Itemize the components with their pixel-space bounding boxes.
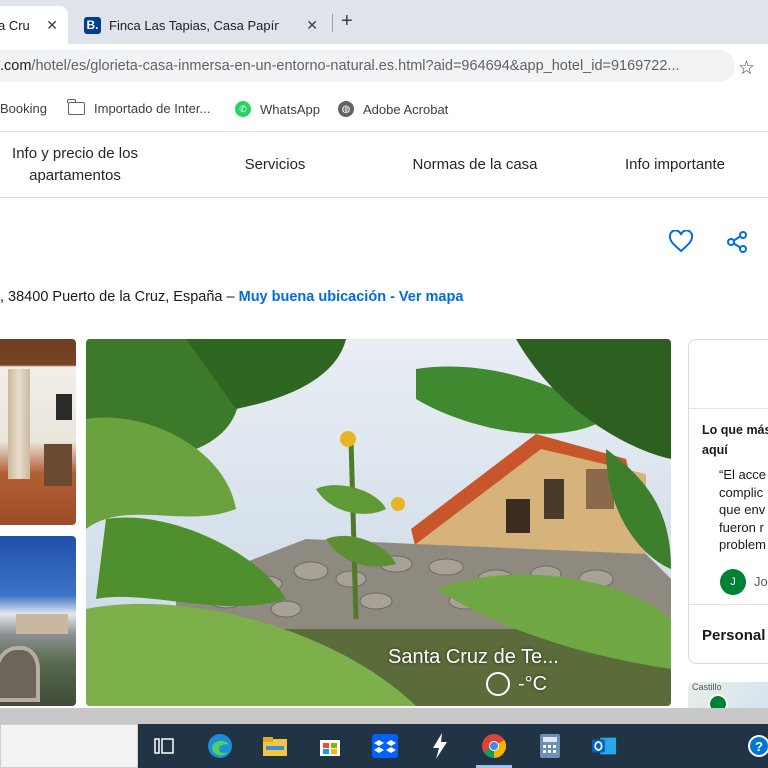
browser-tab-strip: a Cru ✕ B. Finca Las Tapias, Casa Papín …	[0, 0, 768, 44]
bookmark-label: Importado de Inter...	[94, 101, 211, 116]
review-heading-line: Lo que más	[702, 423, 768, 437]
edge-icon[interactable]	[207, 733, 233, 759]
url-path: /hotel/es/glorieta-casa-inmersa-en-un-en…	[31, 58, 680, 74]
address-text: , 38400 Puerto de la Cruz, España –	[0, 289, 235, 305]
whatsapp-icon: ✆	[235, 101, 251, 117]
cabinet-shape	[44, 444, 72, 486]
store-icon[interactable]	[317, 733, 343, 759]
quote-line: complic	[719, 484, 764, 500]
tab-info-precio[interactable]: Info y precio de los apartamentos	[0, 132, 150, 198]
quote-line: fueron r	[719, 519, 764, 535]
bookmark-label: Booking	[0, 101, 47, 116]
favorite-heart-icon[interactable]	[668, 230, 694, 254]
calculator-icon[interactable]	[537, 733, 563, 759]
bookmark-label: WhatsApp	[260, 101, 320, 117]
bookmark-folder-imported[interactable]: Importado de Inter...	[67, 99, 211, 116]
url-host: .com	[0, 58, 32, 74]
windows-taskbar: ?	[0, 724, 768, 768]
property-section-nav: Info y precio de los apartamentos Servic…	[0, 132, 768, 198]
main-gallery-photo[interactable]: Santa Cruz de Te... -°C	[86, 339, 671, 706]
tab-title: a Cru	[0, 17, 30, 33]
tab-active[interactable]: a Cru ✕	[0, 6, 68, 44]
map-place-label: Castillo	[692, 682, 722, 692]
quote-line: problem	[719, 537, 766, 552]
booking-favicon-icon: B.	[84, 16, 101, 34]
chrome-icon[interactable]	[481, 733, 507, 759]
file-explorer-icon[interactable]	[262, 733, 288, 759]
dropbox-icon[interactable]	[372, 733, 398, 759]
curtain-shape	[8, 369, 30, 479]
bookmark-star-icon[interactable]: ☆	[738, 57, 755, 80]
tab-booking[interactable]: B. Finca Las Tapias, Casa Papín · ✕	[74, 6, 328, 44]
close-tab-icon[interactable]: ✕	[306, 17, 318, 34]
tab-servicios[interactable]: Servicios	[225, 132, 325, 198]
bookmark-adobe[interactable]: ◍ Adobe Acrobat	[338, 101, 448, 117]
review-category-personal: Personal	[702, 627, 766, 644]
sun-icon	[486, 672, 510, 696]
share-icon[interactable]	[725, 230, 749, 254]
tab-normas[interactable]: Normas de la casa	[395, 132, 555, 198]
avatar: J	[720, 569, 746, 595]
review-card: Lo que más aquí “El acce complic que env…	[688, 339, 768, 664]
bookmark-label: Adobe Acrobat	[363, 101, 449, 117]
gallery-thumbnail-room[interactable]	[0, 339, 76, 525]
quote-line: que env	[719, 502, 766, 517]
divider	[689, 604, 768, 605]
pool-shape	[0, 646, 40, 702]
map-thumbnail[interactable]: Castillo	[688, 682, 768, 708]
temperature-text: -°C	[518, 672, 548, 695]
review-heading-line: aquí	[702, 443, 728, 457]
tab-title: Finca Las Tapias, Casa Papín ·	[109, 17, 279, 33]
review-quote: “El acce complic que env fueron r proble…	[719, 466, 766, 554]
photo-weather: -°C	[486, 672, 547, 696]
building-shape	[16, 614, 68, 634]
garden-photo-illustration	[86, 339, 671, 706]
review-heading: Lo que más aquí	[702, 420, 768, 460]
new-tab-button[interactable]: +	[341, 10, 353, 33]
tv-shape	[56, 394, 72, 420]
help-icon[interactable]: ?	[746, 733, 768, 759]
bookmarks-bar: Booking Importado de Inter... ✆ WhatsApp…	[0, 88, 768, 132]
bolt-icon[interactable]	[427, 733, 453, 759]
tab-info-importante[interactable]: Info importante	[610, 132, 740, 198]
taskbar-search-box[interactable]	[0, 724, 138, 768]
close-tab-icon[interactable]: ✕	[46, 17, 58, 34]
address-bar[interactable]: .com/hotel/es/glorieta-casa-inmersa-en-u…	[0, 50, 735, 82]
reviewer-name: Jos	[754, 574, 768, 589]
folder-icon	[67, 99, 85, 115]
map-pin-icon	[708, 694, 728, 708]
horizontal-scrollbar[interactable]	[0, 708, 768, 724]
photo-location-caption: Santa Cruz de Te...	[388, 646, 559, 668]
map-link[interactable]: Muy buena ubicación - Ver mapa	[239, 289, 464, 305]
tab-divider	[332, 14, 333, 32]
quote-line: “El acce	[719, 467, 766, 482]
bookmark-whatsapp[interactable]: ✆ WhatsApp	[235, 101, 320, 117]
bookmark-booking[interactable]: Booking	[0, 101, 47, 116]
task-view-icon[interactable]	[151, 733, 177, 759]
outlook-icon[interactable]	[591, 733, 617, 759]
svg-text:?: ?	[755, 739, 763, 754]
divider	[689, 408, 768, 409]
gallery-thumbnail-view[interactable]	[0, 536, 76, 706]
globe-icon: ◍	[338, 101, 354, 117]
browser-toolbar: .com/hotel/es/glorieta-casa-inmersa-en-u…	[0, 44, 768, 88]
property-address: , 38400 Puerto de la Cruz, España – Muy …	[0, 289, 463, 305]
